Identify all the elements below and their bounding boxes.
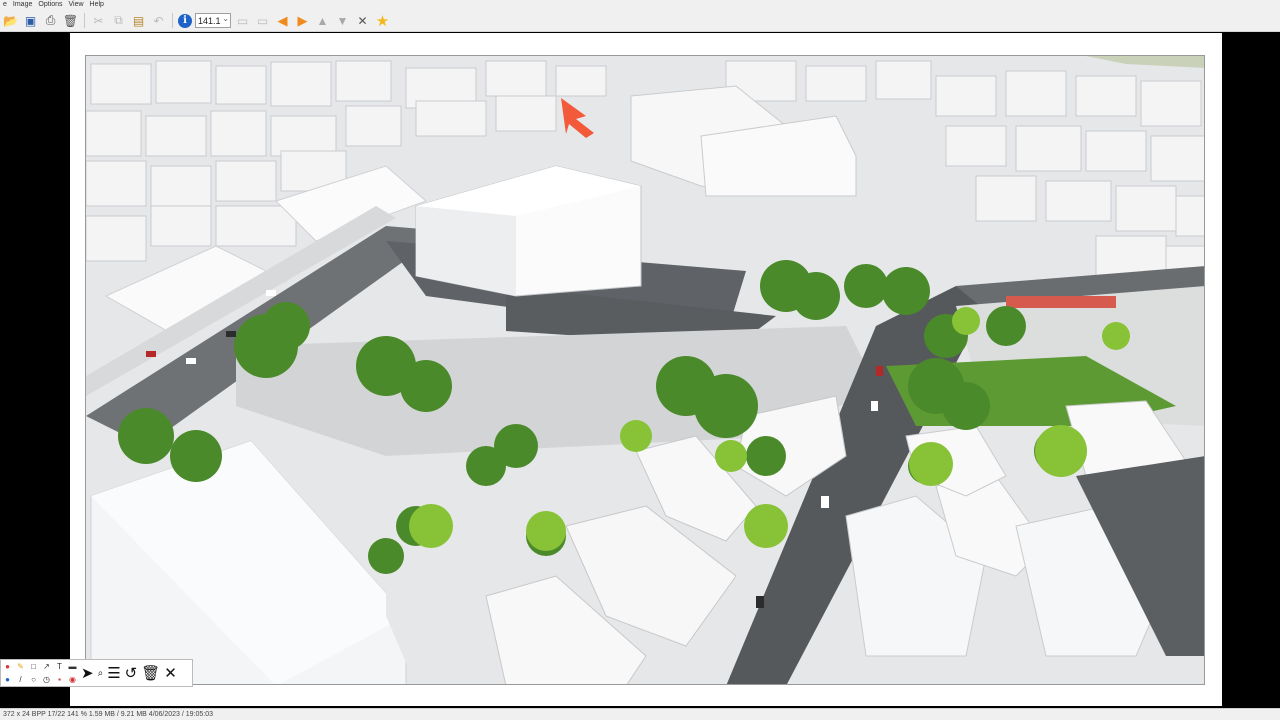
menu-icon[interactable]: ☰: [107, 664, 120, 682]
text-icon[interactable]: T: [57, 662, 62, 671]
open-icon[interactable]: 📂: [2, 12, 19, 29]
down-arrow-icon[interactable]: ▼: [334, 12, 351, 29]
info-icon[interactable]: i: [178, 13, 192, 28]
clock-icon[interactable]: ◷: [43, 675, 50, 684]
toolbar-divider: [172, 13, 173, 28]
main-toolbar: 📂 ▣ ⎙ 🗑 ✂ ⧉ ▤ ↶ i 141.1 ▭ ▭ ◀ ▶ ▲ ▼ ✕ ★: [0, 10, 1280, 32]
zoom-icon[interactable]: ⌕: [98, 668, 104, 679]
fill-icon[interactable]: ●: [5, 675, 10, 684]
annotation-main-tools: ➤ ⌕ ☰ ↺ 🗑 ✕: [79, 664, 177, 682]
fit-width-icon[interactable]: ▭: [254, 12, 271, 29]
trash-icon[interactable]: 🗑: [141, 664, 160, 682]
pen-icon[interactable]: /: [19, 675, 21, 684]
menu-item-file[interactable]: e: [3, 0, 7, 10]
line-icon[interactable]: ↗: [43, 662, 50, 671]
site-rendering-image: [85, 55, 1205, 685]
status-bar: 372 x 24 BPP 17/22 141 % 1.59 MB / 9.21 …: [0, 708, 1280, 720]
rectangle-icon[interactable]: □: [31, 662, 36, 671]
annotation-mini-tools: ● ✎ □ ↗ T ▬ ● / ○ ◷ ▪ ◉: [1, 660, 79, 686]
cut-icon[interactable]: ✂: [90, 12, 107, 29]
tools-icon[interactable]: ✕: [354, 12, 371, 29]
paste-icon[interactable]: ▤: [130, 12, 147, 29]
menu-bar: e Image Options View Help: [0, 0, 1280, 10]
pencil-icon[interactable]: ●: [5, 662, 10, 671]
zoom-select[interactable]: 141.1: [195, 11, 231, 28]
annotation-toolbar: ● ✎ □ ↗ T ▬ ● / ○ ◷ ▪ ◉ ➤ ⌕ ☰ ↺ 🗑 ✕: [0, 659, 193, 687]
delete-icon[interactable]: 🗑: [62, 12, 79, 29]
menu-item-help[interactable]: Help: [90, 0, 104, 10]
up-arrow-icon[interactable]: ▲: [314, 12, 331, 29]
fit-window-icon[interactable]: ▭: [234, 12, 251, 29]
cursor-icon[interactable]: ➤: [81, 664, 94, 682]
save-icon[interactable]: ▣: [22, 12, 39, 29]
record-icon[interactable]: ◉: [69, 675, 76, 684]
highlighter-icon[interactable]: ✎: [17, 662, 24, 671]
ellipse-icon[interactable]: ○: [31, 675, 36, 684]
menu-item-view[interactable]: View: [69, 0, 84, 10]
color-icon[interactable]: ▬: [69, 662, 77, 671]
print-icon[interactable]: ⎙: [42, 12, 59, 29]
favorites-star-icon[interactable]: ★: [374, 12, 391, 30]
menu-item-image[interactable]: Image: [13, 0, 32, 10]
undo-icon[interactable]: ↺: [125, 664, 138, 682]
prev-arrow-icon[interactable]: ◀: [274, 12, 291, 29]
status-text: 372 x 24 BPP 17/22 141 % 1.59 MB / 9.21 …: [3, 711, 214, 718]
close-icon[interactable]: ✕: [164, 664, 177, 682]
next-arrow-icon[interactable]: ▶: [294, 12, 311, 29]
undo-icon[interactable]: ↶: [150, 12, 167, 29]
aerial-render: [86, 56, 1204, 684]
copy-icon[interactable]: ⧉: [110, 12, 127, 29]
toolbar-divider: [84, 13, 85, 28]
menu-item-options[interactable]: Options: [38, 0, 62, 10]
eraser-icon[interactable]: ▪: [58, 675, 61, 684]
